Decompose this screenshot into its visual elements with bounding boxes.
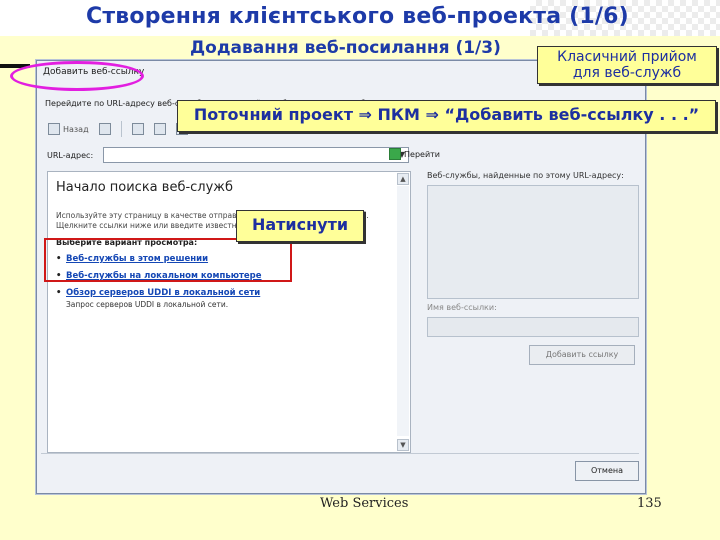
- slide-subtitle: Додавання веб-посилання (1/3): [190, 38, 501, 58]
- stop-icon: [131, 123, 144, 135]
- title-highlight-ellipse: [10, 61, 144, 91]
- add-reference-button[interactable]: Добавить ссылку: [529, 345, 635, 365]
- content-heading: Начало поиска веб-служб: [56, 180, 234, 195]
- back-button[interactable]: Назад: [45, 122, 92, 136]
- toolbar-separator: [120, 121, 122, 137]
- url-label: URL-адрес:: [47, 151, 94, 160]
- options-highlight-box: [44, 238, 292, 282]
- callout-classic-text: Класичний прийом для веб-служб: [557, 49, 697, 81]
- footer-caption: Web Services: [320, 496, 409, 511]
- go-label: Перейти: [404, 149, 440, 159]
- go-button[interactable]: Перейти: [389, 148, 440, 160]
- reference-name-label: Имя веб-ссылки:: [427, 303, 497, 312]
- slide-title: Створення клієнтського веб-проекта (1/6): [86, 4, 629, 29]
- cancel-button[interactable]: Отмена: [575, 461, 639, 481]
- callout-click: Натиснути: [236, 210, 364, 242]
- results-list[interactable]: [427, 185, 639, 299]
- callout-classic-approach: Класичний прийом для веб-служб: [537, 46, 717, 84]
- scroll-up-button[interactable]: ▲: [397, 173, 409, 185]
- results-label: Веб-службы, найденные по этому URL-адрес…: [427, 171, 624, 180]
- dialog-divider: [41, 453, 639, 454]
- refresh-button[interactable]: [151, 122, 169, 136]
- page-number: 135: [637, 496, 662, 511]
- forward-arrow-icon: [98, 123, 111, 135]
- browser-toolbar: Назад: [45, 118, 191, 140]
- reference-name-input[interactable]: [427, 317, 639, 337]
- uddi-description: Запрос серверов UDDI в локальной сети.: [66, 300, 229, 309]
- url-input[interactable]: ▼: [103, 147, 409, 163]
- refresh-icon: [153, 123, 166, 135]
- back-arrow-icon: [48, 123, 60, 135]
- callout-menu-path: Поточний проект ⇒ ПКМ ⇒ “Добавить веб-сс…: [177, 100, 716, 132]
- vertical-scrollbar[interactable]: [397, 186, 409, 436]
- go-arrow-icon: [389, 148, 401, 160]
- link-uddi-servers[interactable]: Обзор серверов UDDI в локальной сети: [56, 288, 260, 298]
- scroll-down-button[interactable]: ▼: [397, 439, 409, 451]
- stop-button[interactable]: [129, 122, 147, 136]
- back-label: Назад: [63, 124, 89, 134]
- forward-button[interactable]: [96, 122, 114, 136]
